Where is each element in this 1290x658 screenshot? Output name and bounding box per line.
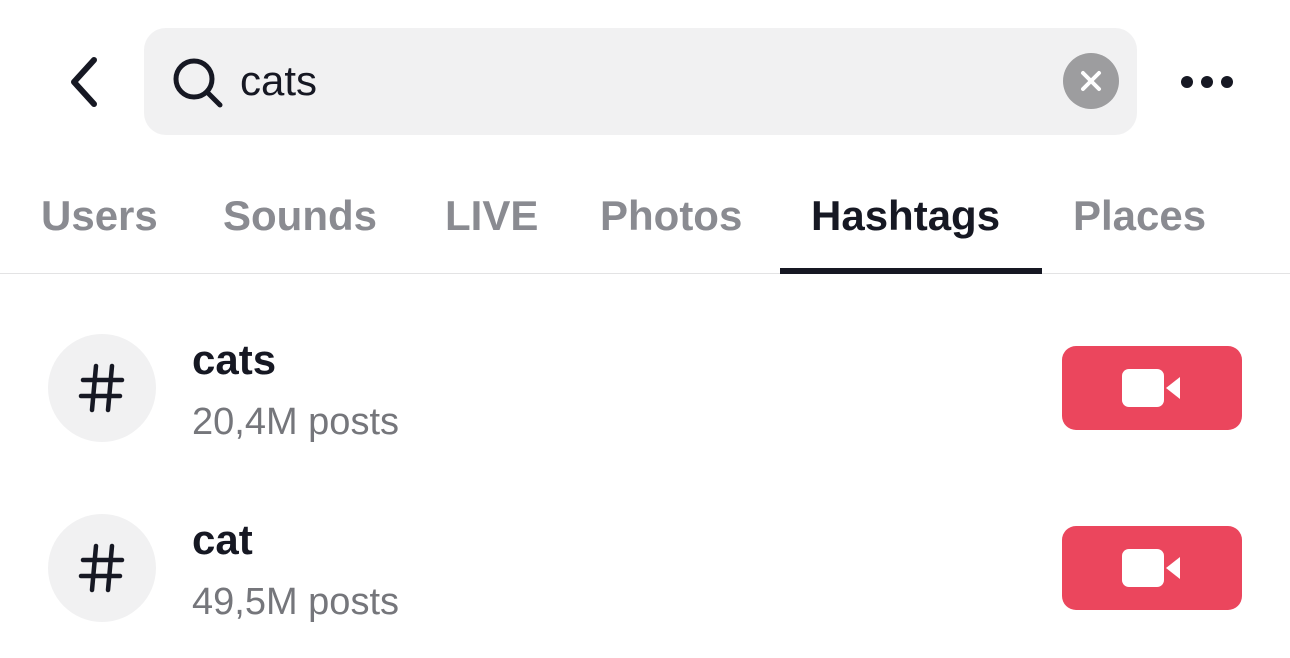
clear-search-button[interactable] xyxy=(1063,53,1119,109)
hashtag-post-count: 49,5M posts xyxy=(192,581,399,623)
tab-photos[interactable]: Photos xyxy=(600,188,742,244)
search-results-page: Users Sounds LIVE Photos Hashtags Places… xyxy=(0,0,1290,658)
video-camera-icon xyxy=(1122,369,1180,407)
hashtag-name: cats xyxy=(192,336,277,383)
more-options-button[interactable] xyxy=(1170,60,1244,104)
record-video-button[interactable] xyxy=(1062,346,1242,430)
tab-live[interactable]: LIVE xyxy=(445,188,538,244)
record-video-button[interactable] xyxy=(1062,526,1242,610)
hashtag-post-count: 20,4M posts xyxy=(192,401,399,443)
close-icon xyxy=(1081,71,1101,91)
video-camera-icon xyxy=(1122,549,1180,587)
tab-places[interactable]: Places xyxy=(1073,188,1206,244)
search-icon xyxy=(173,58,223,108)
hashtag-name: cat xyxy=(192,516,253,563)
tab-users[interactable]: Users xyxy=(41,188,158,244)
chevron-left-icon xyxy=(71,57,97,107)
active-tab-indicator xyxy=(780,268,1042,274)
hashtag-icon xyxy=(78,543,125,593)
hashtag-avatar xyxy=(48,334,156,442)
search-tabs: Users Sounds LIVE Photos Hashtags Places xyxy=(0,180,1290,274)
hashtag-result-row[interactable]: cat 49,5M posts xyxy=(0,500,1290,650)
more-dots-icon xyxy=(1181,76,1233,88)
hashtag-avatar xyxy=(48,514,156,622)
hashtag-icon xyxy=(78,363,125,413)
back-button[interactable] xyxy=(52,50,116,114)
hashtag-result-row[interactable]: cats 20,4M posts xyxy=(0,320,1290,470)
tab-sounds[interactable]: Sounds xyxy=(223,188,377,244)
search-input[interactable] xyxy=(240,48,1040,114)
tab-hashtags[interactable]: Hashtags xyxy=(811,188,1000,244)
search-bar[interactable] xyxy=(144,28,1137,135)
